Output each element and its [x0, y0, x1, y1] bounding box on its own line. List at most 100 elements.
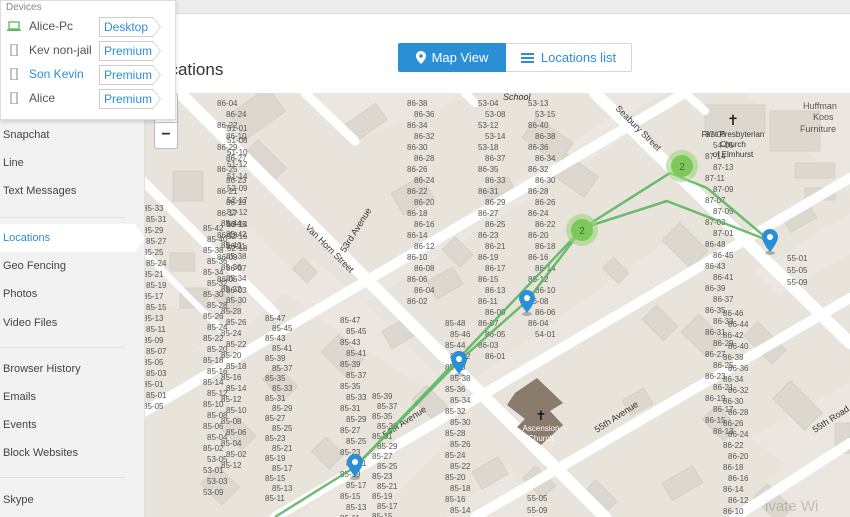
device-plan-badge[interactable]: Desktop [99, 17, 161, 37]
parcel-number: 53-08 [485, 110, 506, 119]
parcel-number: 53-09 [203, 488, 224, 497]
parcel-number: 86-37 [713, 295, 734, 304]
device-item[interactable]: Kev non-jail Premium [1, 39, 177, 63]
parcel-number: 86-36 [728, 364, 749, 373]
parcel-number: 85-13 [346, 503, 367, 512]
parcel-number: 54-01 [535, 330, 556, 339]
parcel-number: 86-04 [217, 99, 238, 108]
map-view[interactable]: 86-04 86-24 86-22 86-10 86-29 86-27 86-25 86-23… [145, 93, 850, 517]
parcel-number: 85-26 [450, 440, 471, 449]
device-plan-badge[interactable]: Premium [99, 65, 161, 85]
sidebar-item-locations[interactable]: Locations [0, 224, 145, 252]
parcel-number: 85-27 [340, 426, 361, 435]
map-view-button[interactable]: Map View [398, 43, 506, 72]
parcel-number: 85-33 [272, 384, 293, 393]
cluster-marker[interactable]: 2 [666, 150, 698, 182]
sidebar-item-geo-fencing[interactable]: Geo Fencing [0, 252, 135, 280]
parcel-number: 86-20 [728, 452, 749, 461]
locations-list-button[interactable]: Locations list [506, 43, 632, 72]
parcel-number: 52-18 [227, 244, 248, 253]
sidebar-item-snapchat[interactable]: Snapchat [0, 121, 135, 149]
parcel-number: 86-44 [728, 320, 749, 329]
sidebar-divider [0, 217, 125, 218]
parcel-number: 86-24 [226, 110, 247, 119]
parcel-number: 86-18 [535, 242, 556, 251]
sidebar-item-emails[interactable]: Emails [0, 383, 135, 411]
parcel-number: 85-22 [450, 462, 471, 471]
device-item[interactable]: Alice-Pc Desktop [1, 15, 177, 39]
device-item[interactable]: Son Kevin Premium [1, 63, 177, 87]
parcel-number: 85-21 [145, 270, 164, 279]
sidebar-item-block-websites[interactable]: Block Websites [0, 439, 135, 467]
sidebar-item-skype[interactable]: Skype [0, 486, 135, 514]
parcel-number: 86-27 [478, 209, 499, 218]
parcel-number: 85-19 [146, 281, 167, 290]
parcel-number: 85-15 [146, 303, 167, 312]
parcel-number: 86-30 [723, 397, 744, 406]
devices-dropdown: Devices Alice-Pc Desktop Kev non-jail Pr… [0, 0, 176, 120]
parcel-number: 87-13 [713, 163, 734, 172]
parcel-number: 86-22 [407, 187, 428, 196]
cluster-marker[interactable]: 2 [566, 214, 598, 246]
device-plan-badge[interactable]: Premium [99, 89, 161, 109]
parcel-number: 85-21 [377, 482, 398, 491]
parcel-number: 86-23 [478, 231, 499, 240]
sidebar-item-browser-history[interactable]: Browser History [0, 355, 135, 383]
phone-icon [10, 44, 18, 56]
parcel-number: 55-05 [787, 266, 808, 275]
sidebar-item-photos[interactable]: Photos [0, 280, 135, 308]
parcel-number: 86-15 [478, 275, 499, 284]
parcel-number: 85-15 [340, 492, 361, 501]
parcel-number: 86-26 [723, 419, 744, 428]
os-activation-watermark: ivate Wi [765, 498, 819, 515]
parcel-number: 86-12 [728, 496, 749, 505]
parcel-number: 86-12 [414, 242, 435, 251]
parcel-number: 53-18 [478, 143, 499, 152]
parcel-number: 86-22 [535, 220, 556, 229]
parcel-number: 85-31 [340, 404, 361, 413]
parcel-number: 86-36 [414, 110, 435, 119]
parcel-number: 86-06 [407, 275, 428, 284]
parcel-number: 86-40 [528, 121, 549, 130]
parcel-number: 85-27 [146, 237, 167, 246]
sidebar-item-video-files[interactable]: Video Files [0, 309, 135, 337]
parcel-number: 86-06 [535, 308, 556, 317]
parcel-number: 85-32 [221, 285, 242, 294]
parcel-number: 86-35 [478, 165, 499, 174]
parcel-number: 86-32 [728, 386, 749, 395]
zoom-out-button[interactable]: − [155, 122, 177, 148]
parcel-number: 86-38 [723, 353, 744, 362]
parcel-number: 86-10 [723, 507, 744, 516]
parcel-number: 86-31 [478, 187, 499, 196]
sidebar-divider [0, 477, 125, 478]
device-item[interactable]: Alice Premium [1, 87, 177, 111]
parcel-number: 86-19 [478, 253, 499, 262]
device-plan-badge[interactable]: Premium [99, 41, 161, 61]
devices-heading: Devices [6, 2, 42, 13]
locations-list-label: Locations list [540, 50, 617, 65]
parcel-number: 85-39 [340, 360, 361, 369]
parcel-number: 86-24 [414, 176, 435, 185]
parcel-number: 85-43 [265, 334, 286, 343]
parcel-number: 85-25 [346, 437, 367, 446]
parcel-number: 86-01 [485, 352, 506, 361]
parcel-number: 86-48 [705, 240, 726, 249]
parcel-number: 86-28 [414, 154, 435, 163]
parcel-number: 85-24 [445, 451, 466, 460]
parcel-number: 86-33 [485, 176, 506, 185]
parcel-number: 85-03 [146, 369, 167, 378]
parcel-number: 85-45 [272, 324, 293, 333]
parcel-number: 85-05 [145, 358, 164, 367]
sidebar-item-events[interactable]: Events [0, 411, 135, 439]
svg-text:Church: Church [720, 140, 746, 149]
parcel-number: 85-28 [445, 429, 466, 438]
map-view-label: Map View [431, 50, 489, 65]
parcel-number: 85-38 [226, 252, 247, 261]
parcel-number: 85-45 [346, 327, 367, 336]
parcel-number: 85-32 [445, 407, 466, 416]
sidebar-item-line[interactable]: Line [0, 149, 135, 177]
parcel-number: 85-04 [221, 439, 242, 448]
parcel-number: 53-13 [528, 99, 549, 108]
sidebar-item-text-messages[interactable]: Text Messages [0, 177, 135, 205]
parcel-number: 86-17 [485, 264, 506, 273]
